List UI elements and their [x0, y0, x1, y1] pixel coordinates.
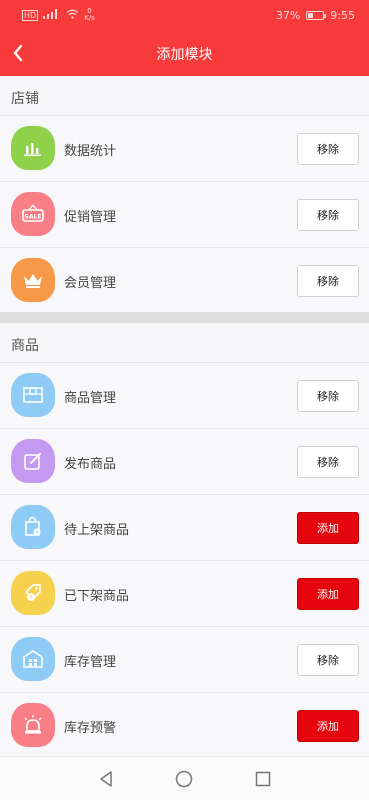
- nav-home-button[interactable]: [173, 768, 195, 790]
- section-divider: [0, 312, 369, 323]
- net-speed-unit: K/s: [84, 13, 95, 22]
- nav-recents-button[interactable]: [252, 768, 274, 790]
- alarm-light-icon: [11, 703, 55, 747]
- section-header-goods: 商品: [0, 323, 369, 363]
- battery-percent: 37%: [275, 9, 301, 22]
- add-button[interactable]: 添加: [297, 578, 359, 610]
- remove-button[interactable]: 移除: [297, 199, 359, 231]
- add-button[interactable]: 添加: [297, 710, 359, 742]
- carrier-label: HD: [22, 10, 39, 21]
- svg-text:SALE: SALE: [25, 214, 42, 221]
- status-bar: HD 0 K/s 37% 9:55: [0, 0, 369, 32]
- signal-icon: [43, 9, 61, 22]
- square-recents-icon: [255, 771, 271, 787]
- module-label: 发布商品: [64, 457, 117, 472]
- module-row-stock-alert: 库存预警 添加: [0, 693, 369, 759]
- tag-clock-icon: [11, 571, 55, 615]
- network-speed: 0 K/s: [84, 7, 95, 22]
- remove-button[interactable]: 移除: [297, 644, 359, 676]
- remove-button[interactable]: 移除: [297, 133, 359, 165]
- crown-icon: [11, 258, 55, 302]
- remove-button[interactable]: 移除: [297, 446, 359, 478]
- bar-chart-icon: [11, 126, 55, 170]
- module-label: 会员管理: [64, 276, 117, 291]
- app-header: HD 0 K/s 37% 9:55 添加模块: [0, 0, 369, 76]
- module-row-inventory: 库存管理 移除: [0, 627, 369, 693]
- module-label: 商品管理: [64, 391, 117, 406]
- nav-back-button[interactable]: [95, 768, 117, 790]
- battery-icon: [306, 11, 327, 20]
- module-row-delisted: 已下架商品 添加: [0, 561, 369, 627]
- module-row-goods-manage: 商品管理 移除: [0, 363, 369, 429]
- section-title: 店铺: [11, 91, 39, 107]
- circle-home-icon: [175, 770, 193, 788]
- warehouse-icon: [11, 637, 55, 681]
- wifi-icon: [66, 9, 79, 22]
- system-navigation-bar: [0, 756, 369, 800]
- section-title: 商品: [11, 338, 39, 354]
- module-label: 库存预警: [64, 721, 117, 736]
- module-row-pending-listing: 待上架商品 添加: [0, 495, 369, 561]
- title-bar: 添加模块: [0, 32, 369, 76]
- triangle-back-icon: [100, 771, 112, 787]
- add-button[interactable]: 添加: [297, 512, 359, 544]
- module-row-promotion: SALE 促销管理 移除: [0, 182, 369, 248]
- module-row-membership: 会员管理 移除: [0, 248, 369, 314]
- module-label: 已下架商品: [64, 589, 130, 604]
- module-row-publish: 发布商品 移除: [0, 429, 369, 495]
- module-row-data-stats: 数据统计 移除: [0, 116, 369, 182]
- battery-fill: [308, 13, 314, 18]
- sale-tag-icon: SALE: [11, 192, 55, 236]
- section-header-store: 店铺: [0, 76, 369, 116]
- shopping-bag-icon: [11, 505, 55, 549]
- module-label: 促销管理: [64, 210, 117, 225]
- remove-button[interactable]: 移除: [297, 380, 359, 412]
- page-title: 添加模块: [156, 47, 213, 63]
- edit-icon: [11, 439, 55, 483]
- module-label: 数据统计: [64, 144, 117, 159]
- module-label: 待上架商品: [64, 523, 130, 538]
- package-box-icon: [11, 373, 55, 417]
- module-label: 库存管理: [64, 655, 117, 670]
- remove-button[interactable]: 移除: [297, 265, 359, 297]
- clock: 9:55: [330, 9, 355, 22]
